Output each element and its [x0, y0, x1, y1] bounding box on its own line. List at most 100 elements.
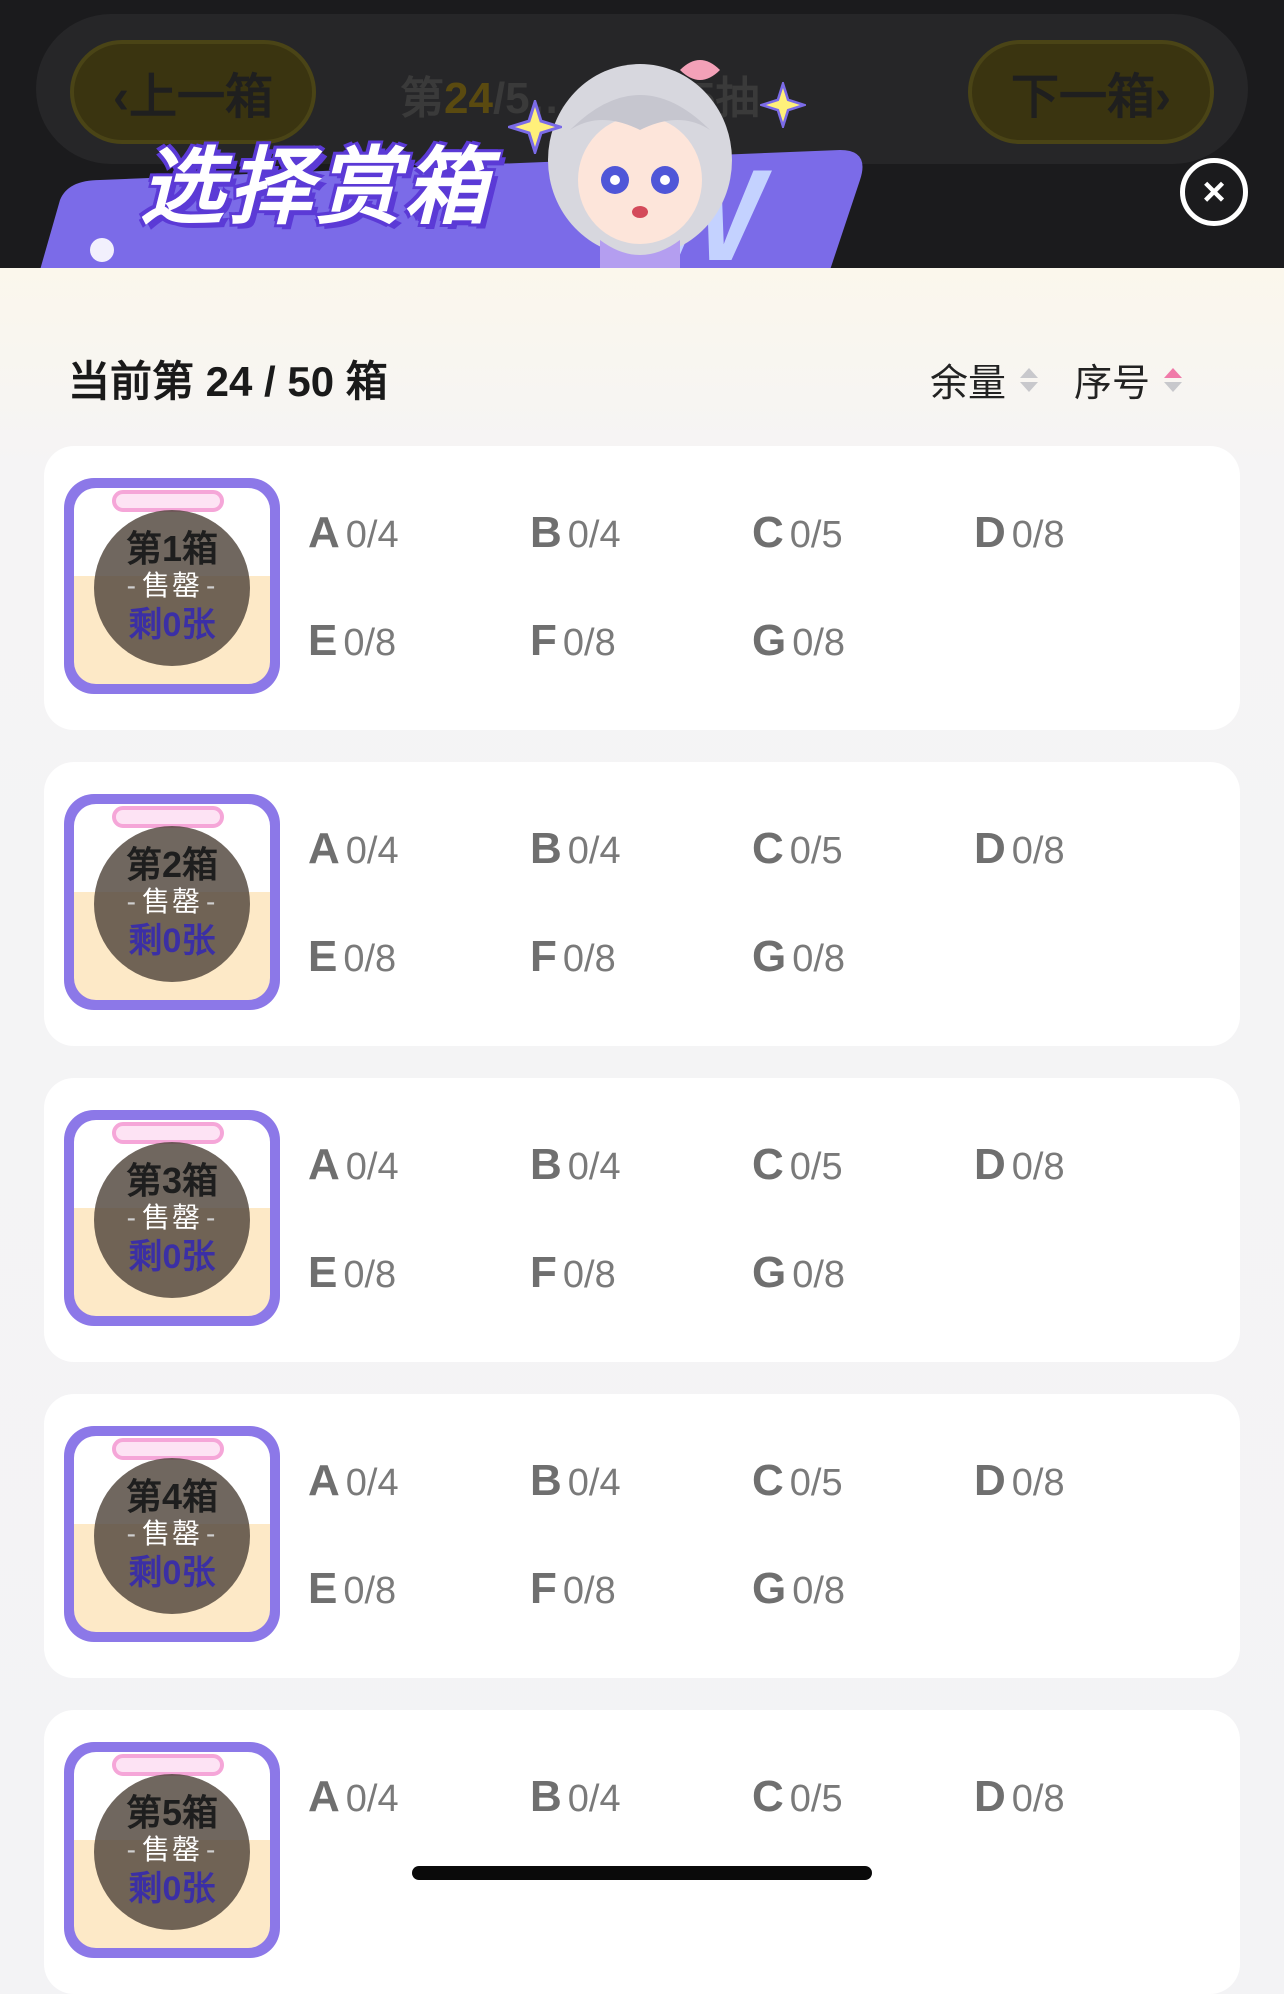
mascot-character-icon [548, 60, 732, 268]
next-box-button: 下一箱› [968, 40, 1214, 144]
prize-count: 0/4 [345, 514, 399, 556]
prize-tier: B 0/4 [530, 1772, 621, 1822]
prize-count: 0/8 [562, 938, 616, 980]
prize-level: C [752, 1140, 784, 1189]
box-status: 售罄 [123, 1201, 222, 1235]
prize-level: D [974, 1456, 1006, 1505]
prize-count: 0/4 [567, 1778, 621, 1820]
prize-tier: C 0/5 [752, 1140, 843, 1190]
prize-count: 0/8 [343, 622, 397, 664]
prize-level: A [308, 1140, 340, 1189]
prize-level: G [752, 1248, 787, 1297]
prize-count: 0/4 [567, 830, 621, 872]
box-name: 第3箱 [125, 1160, 219, 1201]
prize-level: F [530, 932, 557, 981]
prize-level: D [974, 1140, 1006, 1189]
prize-level: E [308, 1248, 338, 1297]
prize-level: D [974, 508, 1006, 557]
prize-tier: F 0/8 [530, 932, 616, 982]
box-clip-icon [112, 1122, 224, 1144]
box-status: 售罄 [123, 1517, 222, 1551]
prize-tier: C 0/5 [752, 508, 843, 558]
prize-tier: E 0/8 [308, 1564, 396, 1614]
sort-by-amount[interactable]: 余量 [930, 352, 1039, 407]
prize-tier: E 0/8 [308, 932, 396, 982]
prize-count: 0/8 [562, 1254, 616, 1296]
box-thumbnail: 第3箱 售罄 剩0张 [64, 1110, 280, 1326]
box-status: 售罄 [123, 1833, 222, 1867]
close-icon: × [1202, 169, 1226, 214]
box-status: 售罄 [123, 569, 222, 603]
prize-tier: B 0/4 [530, 508, 621, 558]
box-thumbnail-inner: 第3箱 售罄 剩0张 [74, 1120, 270, 1316]
box-select-panel: 当前第 24 / 50 箱 余量 序号 第1箱 售罄 剩0张 A0/4B0/4C… [0, 268, 1284, 1994]
box-card[interactable]: 第2箱 售罄 剩0张 A0/4B0/4C0/5D0/8E0/8F0/8G0/8 [44, 762, 1240, 1046]
prize-level: C [752, 508, 784, 557]
prize-tier: C 0/5 [752, 1456, 843, 1506]
prize-count: 0/8 [792, 622, 846, 664]
box-card[interactable]: 第1箱 售罄 剩0张 A0/4B0/4C0/5D0/8E0/8F0/8G0/8 [44, 446, 1240, 730]
box-name: 第4箱 [125, 1476, 219, 1517]
box-thumbnail: 第2箱 售罄 剩0张 [64, 794, 280, 1010]
prize-tier: A 0/4 [308, 1772, 399, 1822]
prize-tier: D 0/8 [974, 824, 1065, 874]
sort-by-order[interactable]: 序号 [1074, 352, 1183, 407]
prize-level: A [308, 1772, 340, 1821]
prize-tier: C 0/5 [752, 824, 843, 874]
box-name: 第1箱 [125, 528, 219, 569]
prize-level: F [530, 1248, 557, 1297]
box-remaining: 剩0张 [128, 606, 216, 644]
prize-count: 0/8 [1011, 830, 1065, 872]
prize-level: B [530, 1456, 562, 1505]
box-card[interactable]: 第3箱 售罄 剩0张 A0/4B0/4C0/5D0/8E0/8F0/8G0/8 [44, 1078, 1240, 1362]
prize-tier: G 0/8 [752, 616, 845, 666]
prize-level: E [308, 1564, 338, 1613]
prize-count: 0/8 [792, 1254, 846, 1296]
prize-count: 0/8 [343, 938, 397, 980]
prize-tier: B 0/4 [530, 824, 621, 874]
prize-level: G [752, 616, 787, 665]
prize-count: 0/4 [345, 1146, 399, 1188]
prize-count: 0/5 [789, 514, 843, 556]
prize-tier: C 0/5 [752, 1772, 843, 1822]
prize-tier: B 0/4 [530, 1456, 621, 1506]
prize-count: 0/5 [789, 1778, 843, 1820]
close-button[interactable]: × [1180, 158, 1248, 226]
current-box-label: 当前第 24 / 50 箱 [68, 358, 388, 405]
prize-count: 0/4 [345, 830, 399, 872]
prize-level: C [752, 1456, 784, 1505]
sparkle-icon [508, 100, 562, 154]
prize-count: 0/8 [1011, 1462, 1065, 1504]
box-remaining: 剩0张 [128, 1554, 216, 1592]
prize-level: A [308, 1456, 340, 1505]
box-clip-icon [112, 806, 224, 828]
prize-count: 0/8 [562, 622, 616, 664]
background-page-header: ‹上一箱 第24/5… …0/45抽 下一箱› W 选择赏箱 × [0, 0, 1284, 268]
prize-level: B [530, 1772, 562, 1821]
box-clip-icon [112, 490, 224, 512]
box-name: 第2箱 [125, 844, 219, 885]
sort-amount-label: 余量 [930, 363, 1007, 405]
prize-level: C [752, 1772, 784, 1821]
prize-tier: A 0/4 [308, 1456, 399, 1506]
sparkle-icon [760, 82, 806, 128]
prize-tier: D 0/8 [974, 1456, 1065, 1506]
box-card[interactable]: 第5箱 售罄 剩0张 A0/4B0/4C0/5D0/8 [44, 1710, 1240, 1994]
box-remaining: 剩0张 [128, 922, 216, 960]
box-thumbnail: 第1箱 售罄 剩0张 [64, 478, 280, 694]
box-status: 售罄 [123, 885, 222, 919]
prize-tier: D 0/8 [974, 1772, 1065, 1822]
sold-out-overlay: 第4箱 售罄 剩0张 [94, 1458, 250, 1614]
home-indicator [412, 1866, 872, 1880]
prize-count: 0/8 [1011, 514, 1065, 556]
prize-level: F [530, 616, 557, 665]
box-card[interactable]: 第4箱 售罄 剩0张 A0/4B0/4C0/5D0/8E0/8F0/8G0/8 [44, 1394, 1240, 1678]
prize-count: 0/8 [1011, 1146, 1065, 1188]
prize-level: B [530, 508, 562, 557]
prize-level: A [308, 508, 340, 557]
prize-tier: D 0/8 [974, 1140, 1065, 1190]
prize-count: 0/5 [789, 1146, 843, 1188]
prize-level: A [308, 824, 340, 873]
sort-arrows-icon [1020, 367, 1039, 392]
box-name: 第5箱 [125, 1792, 219, 1833]
